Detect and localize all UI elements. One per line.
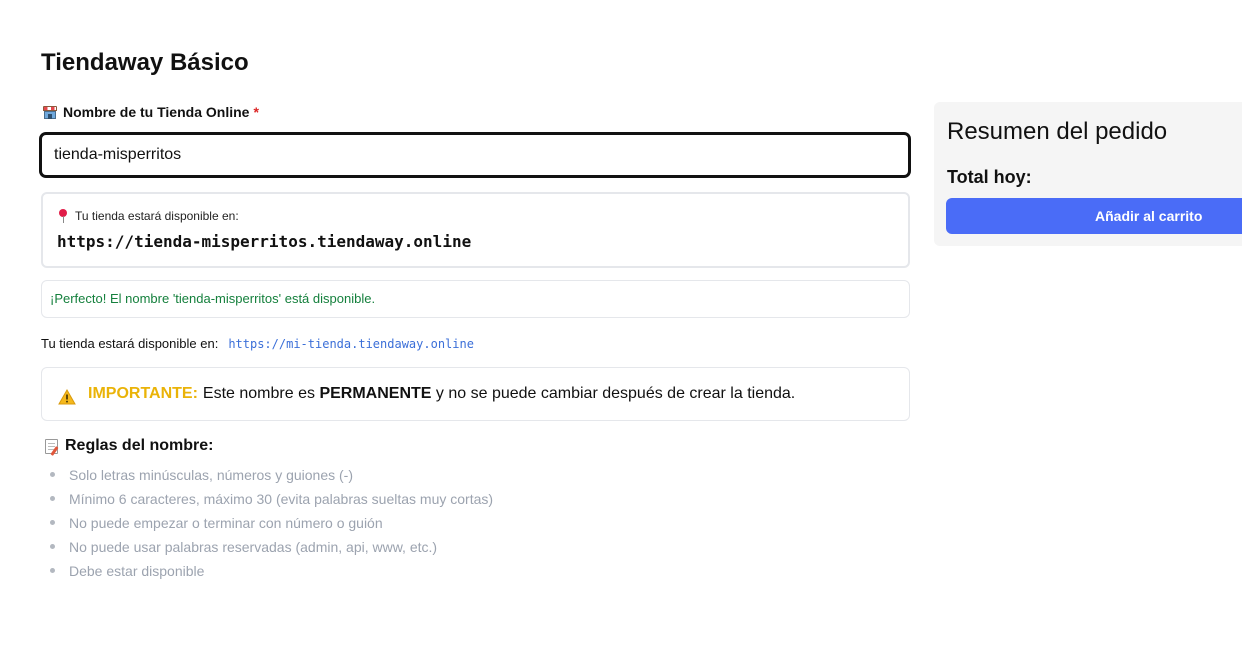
url-preview-value: https://tienda-misperritos.tiendaway.onl… — [57, 232, 472, 251]
total-today-label: Total hoy: — [947, 167, 1032, 187]
warning-icon — [58, 389, 76, 405]
rule-item: Debe estar disponible — [41, 559, 493, 583]
store-name-input[interactable] — [40, 133, 910, 177]
permanent-name-warning: IMPORTANTE: Este nombre es PERMANENTE y … — [41, 367, 910, 421]
memo-icon — [45, 438, 58, 454]
store-name-label-text: Nombre de tu Tienda Online — [63, 104, 250, 120]
rules-list: Solo letras minúsculas, números y guione… — [41, 463, 493, 583]
url-preview-box: Tu tienda estará disponible en: https://… — [41, 192, 910, 268]
store-icon — [43, 105, 57, 119]
warning-text-1: Este nombre es — [202, 385, 315, 402]
rule-item: Mínimo 6 caracteres, máximo 30 (evita pa… — [41, 487, 493, 511]
rules-heading: Reglas del nombre: — [45, 436, 213, 456]
rule-item: No puede usar palabras reservadas (admin… — [41, 535, 493, 559]
warning-text-2: y no se puede cambiar después de crear l… — [435, 385, 796, 402]
url-preview-label: Tu tienda estará disponible en: — [57, 208, 239, 224]
warning-prefix: IMPORTANTE: — [88, 385, 198, 402]
availability-success-message: ¡Perfecto! El nombre 'tienda-misperritos… — [41, 280, 910, 318]
order-summary-card: Resumen del pedido Total hoy: Añadir al … — [934, 102, 1242, 246]
availability-line: Tu tienda estará disponible en: https://m… — [41, 336, 474, 352]
availability-label: Tu tienda estará disponible en: — [41, 336, 219, 351]
availability-url-link[interactable]: https://mi-tienda.tiendaway.online — [228, 337, 474, 351]
add-to-cart-button[interactable]: Añadir al carrito — [946, 198, 1242, 234]
pin-icon — [57, 209, 69, 223]
required-mark: * — [253, 104, 259, 120]
page-title: Tiendaway Básico — [41, 49, 249, 76]
rule-item: Solo letras minúsculas, números y guione… — [41, 463, 493, 487]
rules-heading-text: Reglas del nombre: — [65, 437, 214, 454]
store-name-label: Nombre de tu Tienda Online * — [43, 103, 259, 121]
rule-item: No puede empezar o terminar con número o… — [41, 511, 493, 535]
url-preview-label-text: Tu tienda estará disponible en: — [75, 209, 239, 223]
warning-emphasis: PERMANENTE — [319, 385, 432, 402]
order-summary-title: Resumen del pedido — [947, 118, 1168, 145]
